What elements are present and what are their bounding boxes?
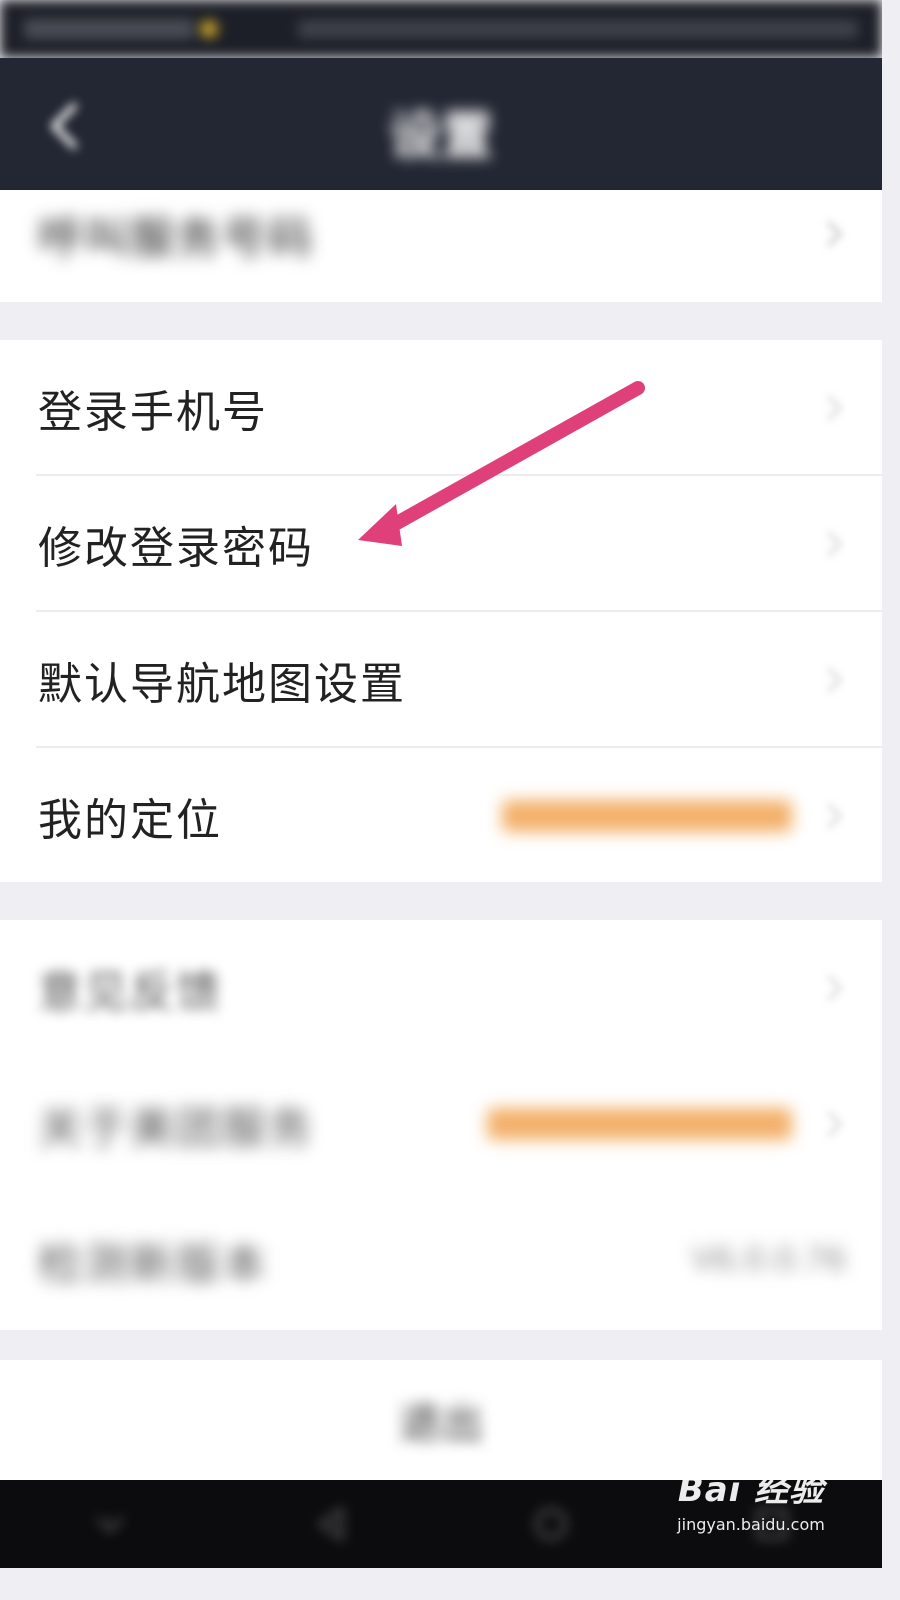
row-label: 我的定位 xyxy=(38,795,222,846)
status-icons xyxy=(298,20,858,38)
chevron-right-icon xyxy=(822,528,846,560)
carrier-info xyxy=(24,19,194,39)
baidu-watermark: Bai 经验 jingyan.baidu.com xyxy=(666,1462,836,1552)
settings-row-change-password[interactable]: 修改登录密码 xyxy=(0,476,882,612)
settings-row-login-phone[interactable]: 登录手机号 xyxy=(0,340,882,476)
screen: 设置 呼叫服务号码 登录手机号 修改登录密码 默认导航地图设置 我的定位 意见反… xyxy=(0,0,882,1568)
settings-row-feedback[interactable]: 意见反馈 xyxy=(0,920,882,1056)
settings-row-check-version[interactable]: 检测新版本 V6.0.0.76 xyxy=(0,1192,882,1328)
status-bar xyxy=(0,0,882,58)
about-value-blur xyxy=(487,1108,792,1140)
settings-row-my-location[interactable]: 我的定位 xyxy=(0,748,882,884)
row-label: 呼叫服务号码 xyxy=(38,213,314,264)
page-title: 设置 xyxy=(388,107,493,167)
row-label: 意见反馈 xyxy=(38,967,222,1018)
settings-group-3: 意见反馈 关于美团服务 检测新版本 V6.0.0.76 xyxy=(0,920,882,1330)
row-label: 检测新版本 xyxy=(38,1239,268,1290)
chevron-right-icon xyxy=(822,800,846,832)
settings-group-1: 呼叫服务号码 xyxy=(0,190,882,302)
location-value-blur xyxy=(502,800,792,832)
version-value: V6.0.0.76 xyxy=(691,1240,846,1278)
row-label: 登录手机号 xyxy=(38,387,268,438)
row-label: 关于美团服务 xyxy=(38,1103,314,1154)
watermark-logo: Bai 经验 xyxy=(677,1470,825,1510)
menu-icon[interactable] xyxy=(88,1502,132,1546)
chevron-right-icon xyxy=(822,972,846,1004)
status-indicator xyxy=(200,20,218,38)
settings-group-2: 登录手机号 修改登录密码 默认导航地图设置 我的定位 xyxy=(0,340,882,882)
settings-row-default-map[interactable]: 默认导航地图设置 xyxy=(0,612,882,748)
back-icon[interactable] xyxy=(309,1502,353,1546)
settings-row-contact-number[interactable]: 呼叫服务号码 xyxy=(0,166,882,302)
home-icon[interactable] xyxy=(529,1502,573,1546)
logout-button[interactable]: 退出 xyxy=(0,1390,882,1451)
settings-row-about[interactable]: 关于美团服务 xyxy=(0,1056,882,1192)
chevron-right-icon xyxy=(822,392,846,424)
row-label: 默认导航地图设置 xyxy=(38,659,406,710)
chevron-right-icon xyxy=(822,664,846,696)
chevron-right-icon xyxy=(822,1108,846,1140)
chevron-right-icon xyxy=(822,218,846,250)
watermark-url: jingyan.baidu.com xyxy=(677,1515,825,1534)
row-label: 修改登录密码 xyxy=(38,523,314,574)
